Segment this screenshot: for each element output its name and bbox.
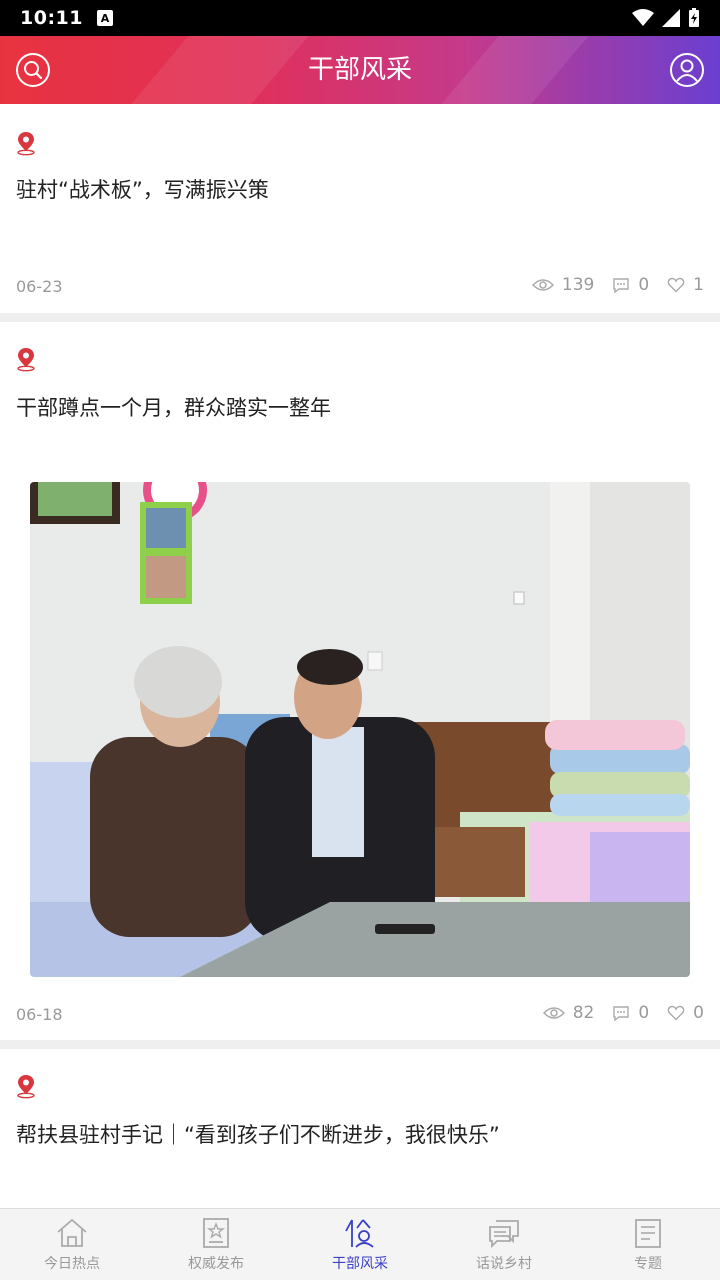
article-card[interactable]: 干部蹲点一个月，群众踏实一整年 06-18 82 0 0 bbox=[0, 322, 720, 1040]
user-icon bbox=[670, 53, 704, 87]
tab-village-talk[interactable]: 话说乡村 bbox=[432, 1209, 576, 1280]
likes-count: 0 bbox=[693, 1003, 704, 1023]
comment-icon bbox=[613, 1005, 630, 1021]
tab-label: 专题 bbox=[634, 1256, 662, 1272]
heart-icon bbox=[667, 1005, 685, 1021]
tab-cadre-style[interactable]: 干部风采 bbox=[288, 1209, 432, 1280]
newspaper-icon bbox=[635, 1219, 661, 1248]
tab-label: 权威发布 bbox=[188, 1256, 244, 1272]
article-photo[interactable] bbox=[30, 482, 690, 977]
tab-official-release[interactable]: 权威发布 bbox=[144, 1209, 288, 1280]
article-title[interactable]: 驻村“战术板”，写满振兴策 bbox=[16, 174, 704, 204]
comments-stat[interactable]: 0 bbox=[612, 275, 649, 295]
location-pin-icon bbox=[17, 132, 35, 156]
tab-label: 干部风采 bbox=[332, 1256, 388, 1272]
location-pin-icon bbox=[17, 1075, 35, 1099]
status-bar: 10:11 A bbox=[0, 0, 720, 36]
article-card[interactable]: 帮扶县驻村手记｜“看到孩子们不断进步，我很快乐” bbox=[0, 1049, 720, 1208]
article-stats: 82 0 0 bbox=[525, 1003, 704, 1023]
search-button[interactable] bbox=[14, 51, 52, 89]
likes-count: 1 bbox=[693, 275, 704, 295]
battery-icon bbox=[689, 8, 699, 27]
article-image bbox=[30, 482, 690, 977]
house-icon bbox=[57, 1218, 87, 1247]
likes-stat[interactable]: 1 bbox=[667, 275, 704, 295]
location-pin-icon bbox=[17, 348, 35, 372]
comments-count: 0 bbox=[638, 275, 650, 295]
comment-icon bbox=[613, 277, 630, 293]
views-count: 139 bbox=[561, 275, 595, 295]
search-icon bbox=[16, 53, 50, 87]
eye-icon bbox=[542, 1007, 565, 1019]
page-title: 干部风采 bbox=[307, 55, 412, 85]
article-title[interactable]: 干部蹲点一个月，群众踏实一整年 bbox=[16, 392, 704, 422]
tab-special-topics[interactable]: 专题 bbox=[576, 1209, 720, 1280]
eye-icon bbox=[531, 279, 554, 291]
notification-badge-icon: A bbox=[96, 10, 113, 26]
tab-label: 话说乡村 bbox=[476, 1256, 532, 1272]
comments-count: 0 bbox=[638, 1003, 650, 1023]
tab-label: 今日热点 bbox=[44, 1256, 100, 1272]
tab-today-hot[interactable]: 今日热点 bbox=[0, 1209, 144, 1280]
heart-icon bbox=[667, 277, 685, 293]
article-title[interactable]: 帮扶县驻村手记｜“看到孩子们不断进步，我很快乐” bbox=[16, 1119, 704, 1149]
article-date: 06-23 bbox=[16, 277, 63, 296]
profile-button[interactable] bbox=[668, 51, 706, 89]
status-time: 10:11 bbox=[20, 7, 83, 29]
views-stat: 139 bbox=[531, 275, 595, 295]
article-stats: 139 0 1 bbox=[514, 275, 704, 295]
article-card[interactable]: 驻村“战术板”，写满振兴策 06-23 139 0 1 bbox=[0, 104, 720, 313]
comments-stat[interactable]: 0 bbox=[612, 1003, 649, 1023]
views-stat: 82 bbox=[542, 1003, 595, 1023]
article-date: 06-18 bbox=[16, 1005, 63, 1024]
bottom-tab-bar: 今日热点 权威发布 干部风采 话说乡村 专题 bbox=[0, 1208, 720, 1280]
cadre-icon bbox=[345, 1219, 374, 1248]
views-count: 82 bbox=[572, 1003, 595, 1023]
chat-bubbles-icon bbox=[489, 1220, 519, 1249]
document-star-icon bbox=[203, 1218, 229, 1248]
likes-stat[interactable]: 0 bbox=[667, 1003, 704, 1023]
app-header: 干部风采 bbox=[0, 36, 720, 104]
wifi-icon bbox=[632, 9, 654, 26]
cell-signal-icon bbox=[662, 9, 680, 27]
